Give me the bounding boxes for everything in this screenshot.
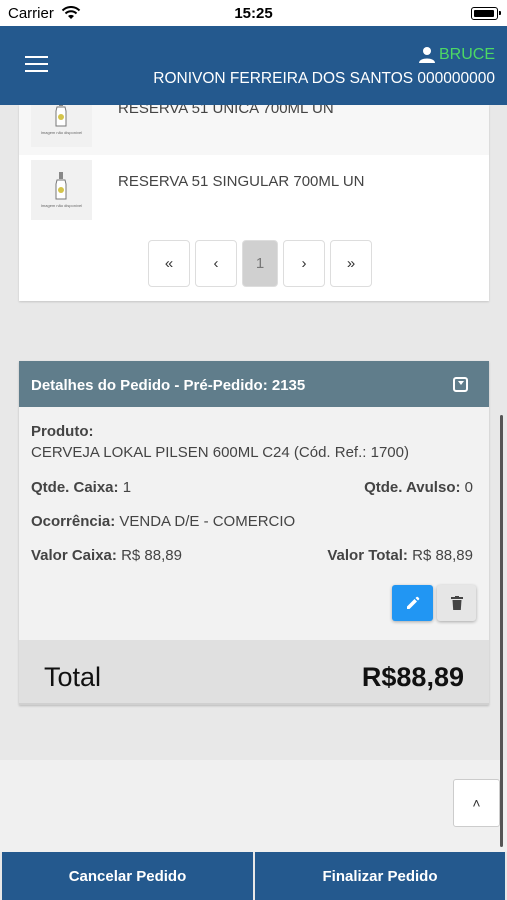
total-value-label: Valor Total: xyxy=(327,547,408,564)
clock: 15:25 xyxy=(234,5,273,22)
order-details-body: Produto: CERVEJA LOKAL PILSEN 600ML C24 … xyxy=(19,407,489,640)
qty-box-label: Qtde. Caixa: xyxy=(31,479,119,496)
client-name: RONIVON FERREIRA DOS SANTOS 000000000 xyxy=(153,70,495,87)
scroll-to-top-button[interactable]: ˄ xyxy=(453,779,500,827)
total-amount: R$88,89 xyxy=(361,662,464,692)
first-page-button[interactable]: « xyxy=(148,240,190,287)
order-details-header[interactable]: Detalhes do Pedido - Pré-Pedido: 2135 xyxy=(19,361,489,407)
menu-icon[interactable] xyxy=(25,56,48,73)
bottle-icon xyxy=(55,172,67,200)
total-bar: Total R$88,89 xyxy=(19,640,489,705)
user-name-row[interactable]: BRUCE xyxy=(153,46,495,64)
user-icon xyxy=(418,47,435,63)
chevron-up-icon: ˄ xyxy=(472,795,481,811)
occurrence-label: Ocorrência: xyxy=(31,513,116,530)
box-value: Valor Caixa: R$ 88,89 xyxy=(31,547,182,564)
pagination: « ‹ 1 › » xyxy=(148,240,377,287)
list-item[interactable]: Imagem não disponível RESERVA 51 SINGULA… xyxy=(19,156,489,228)
battery-icon xyxy=(471,7,501,20)
total-label: Total xyxy=(44,662,102,692)
product-image: Imagem não disponível xyxy=(31,105,92,147)
qty-box: Qtde. Caixa: 1 xyxy=(31,479,131,496)
image-caption: Imagem não disponível xyxy=(40,130,83,135)
next-page-button[interactable]: › xyxy=(283,240,325,287)
qty-loose-value: 0 xyxy=(464,479,473,496)
edit-button[interactable] xyxy=(392,585,433,621)
prev-page-button[interactable]: ‹ xyxy=(195,240,237,287)
qty-box-value: 1 xyxy=(122,479,132,496)
current-page-button[interactable]: 1 xyxy=(242,240,278,287)
edit-icon xyxy=(406,596,419,609)
user-info: BRUCE RONIVON FERREIRA DOS SANTOS 000000… xyxy=(153,46,495,88)
bottle-icon xyxy=(55,105,67,127)
total-value: Valor Total: R$ 88,89 xyxy=(327,547,473,564)
qty-loose: Qtde. Avulso: 0 xyxy=(364,479,473,496)
order-details-title: Detalhes do Pedido - Pré-Pedido: 2135 xyxy=(31,377,306,394)
image-caption: Imagem não disponível xyxy=(40,203,83,208)
product-image: Imagem não disponível xyxy=(31,160,92,220)
product-value: CERVEJA LOKAL PILSEN 600ML C24 (Cód. Ref… xyxy=(31,444,409,461)
qty-loose-label: Qtde. Avulso: xyxy=(364,479,461,496)
delete-button[interactable] xyxy=(437,585,476,621)
total-value-amount: R$ 88,89 xyxy=(412,547,473,564)
cancel-order-button[interactable]: Cancelar Pedido xyxy=(2,852,253,900)
finish-order-button[interactable]: Finalizar Pedido xyxy=(255,852,505,900)
box-value-amount: R$ 88,89 xyxy=(121,547,182,564)
collapse-icon[interactable] xyxy=(453,377,468,392)
last-page-button[interactable]: » xyxy=(330,240,372,287)
product-name: RESERVA 51 ÚNICA 700ML UN xyxy=(118,105,334,117)
user-name: BRUCE xyxy=(438,46,495,63)
scrollbar[interactable] xyxy=(500,415,503,847)
product-label: Produto: xyxy=(31,423,94,440)
occurrence-value: VENDA D/E - COMERCIO xyxy=(119,513,296,530)
product-name: RESERVA 51 SINGULAR 700ML UN xyxy=(118,173,365,190)
order-details-card: Detalhes do Pedido - Pré-Pedido: 2135 Pr… xyxy=(19,361,489,705)
app-header: BRUCE RONIVON FERREIRA DOS SANTOS 000000… xyxy=(0,26,507,105)
occurrence: Ocorrência: VENDA D/E - COMERCIO xyxy=(31,513,295,530)
box-value-label: Valor Caixa: xyxy=(31,547,117,564)
delete-icon xyxy=(450,596,463,610)
lower-area xyxy=(0,760,507,852)
list-item[interactable]: Imagem não disponível RESERVA 51 ÚNICA 7… xyxy=(19,105,489,155)
product-list-card: Imagem não disponível RESERVA 51 ÚNICA 7… xyxy=(19,105,489,301)
status-bar: Carrier 15:25 xyxy=(0,0,507,26)
